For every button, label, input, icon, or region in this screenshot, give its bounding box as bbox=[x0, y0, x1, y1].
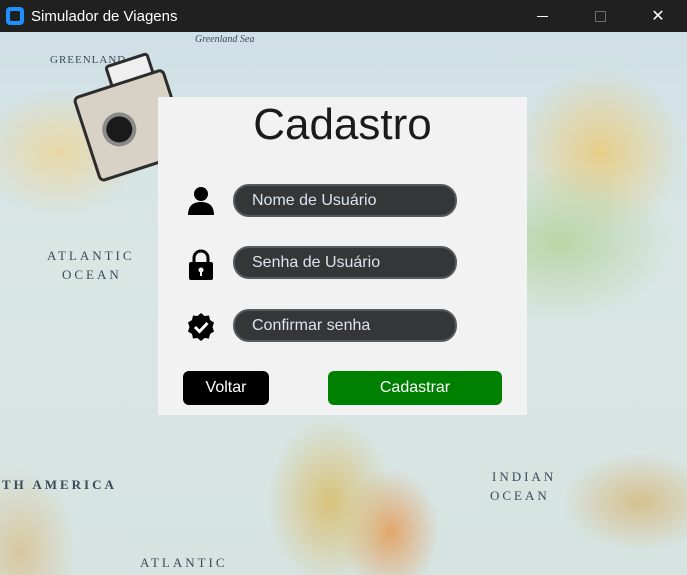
maximize-icon bbox=[594, 10, 606, 22]
confirm-password-field[interactable]: Confirmar senha bbox=[233, 309, 457, 342]
minimize-button[interactable] bbox=[513, 0, 571, 32]
close-button[interactable]: ✕ bbox=[629, 0, 687, 32]
minimize-icon bbox=[536, 15, 548, 17]
title-bar: Simulador de Viagens ✕ bbox=[0, 0, 687, 32]
map-label-ocean-east: OCEAN bbox=[490, 488, 550, 503]
password-placeholder: Senha de Usuário bbox=[252, 253, 381, 271]
window-controls: ✕ bbox=[513, 0, 687, 32]
register-card: Cadastro Nome de Usuário Senha de Usuári… bbox=[158, 97, 527, 415]
register-button[interactable]: Cadastrar bbox=[328, 371, 502, 405]
username-placeholder: Nome de Usuário bbox=[252, 191, 377, 209]
back-button[interactable]: Voltar bbox=[183, 371, 269, 405]
page-title: Cadastro bbox=[253, 100, 432, 149]
lock-icon bbox=[185, 249, 217, 281]
map-label-ocean-west: OCEAN bbox=[62, 267, 122, 282]
maximize-button[interactable] bbox=[571, 0, 629, 32]
map-label-atlantic-south: ATLANTIC bbox=[140, 555, 228, 570]
map-label-atlantic: ATLANTIC bbox=[47, 248, 135, 263]
map-label-indian: INDIAN bbox=[492, 469, 557, 484]
verified-check-icon bbox=[185, 311, 217, 343]
window-title: Simulador de Viagens bbox=[31, 7, 178, 25]
map-label-south-america: TH AMERICA bbox=[2, 477, 117, 492]
user-icon bbox=[185, 185, 217, 217]
close-icon: ✕ bbox=[651, 8, 665, 25]
username-field[interactable]: Nome de Usuário bbox=[233, 184, 457, 217]
password-field[interactable]: Senha de Usuário bbox=[233, 246, 457, 279]
app-window: Simulador de Viagens ✕ GREENLAND Greenla… bbox=[0, 0, 687, 575]
confirm-password-placeholder: Confirmar senha bbox=[252, 316, 371, 334]
map-label-greenland-sea: Greenland Sea bbox=[195, 34, 255, 45]
app-icon bbox=[6, 7, 24, 25]
